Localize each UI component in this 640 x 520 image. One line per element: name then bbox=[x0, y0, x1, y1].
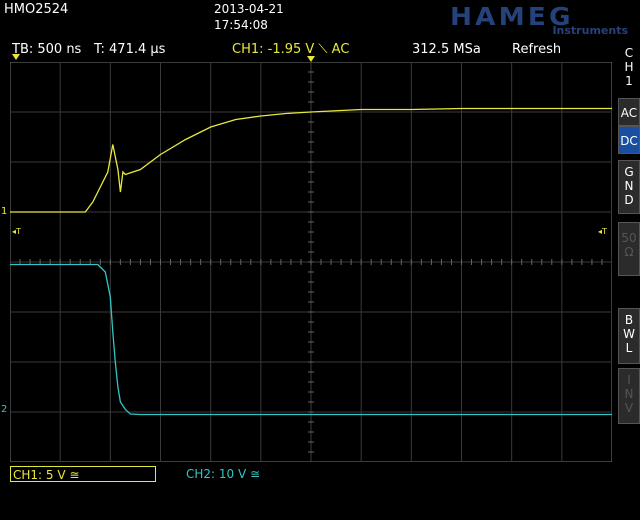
invert-button[interactable]: I N V bbox=[618, 368, 640, 424]
ch2-ground-marker[interactable]: 2 bbox=[1, 404, 7, 415]
impedance-50ohm-button[interactable]: 50 Ω bbox=[618, 222, 640, 276]
ch1-ground-marker[interactable]: 1 bbox=[1, 206, 7, 217]
time-label: 17:54:08 bbox=[214, 18, 268, 32]
bandwidth-limit-button[interactable]: B W L bbox=[618, 308, 640, 364]
coupling-dc-button[interactable]: DC bbox=[618, 126, 640, 154]
menu-channel-title: CH1 bbox=[624, 46, 634, 88]
model-label: HMO2524 bbox=[4, 2, 69, 17]
trigger-time-label[interactable]: T: 471.4 µs bbox=[94, 42, 165, 57]
ch2-scale-label[interactable]: CH2: 10 V ≅ bbox=[186, 467, 260, 481]
top-bar: HMO2524 2013-04-21 17:54:08 HAMEG Instru… bbox=[0, 0, 640, 40]
sample-rate-label: 312.5 MSa bbox=[412, 42, 481, 57]
coupling-ac-button[interactable]: AC bbox=[618, 98, 640, 126]
status-bar: TB: 500 ns T: 471.4 µs CH1: -1.95 V ⟍ AC… bbox=[0, 40, 612, 60]
brand-sub: Instruments bbox=[552, 24, 628, 37]
coupling-gnd-button[interactable]: G N D bbox=[618, 160, 640, 214]
trigger-level-right-marker: ◂T bbox=[598, 227, 607, 236]
trigger-level-left-marker: ◂T bbox=[12, 227, 21, 236]
datetime: 2013-04-21 17:54:08 bbox=[214, 1, 284, 33]
brand-logo: HAMEG Instruments bbox=[450, 2, 630, 38]
trigger-position-icon[interactable] bbox=[307, 56, 315, 62]
acq-mode-label[interactable]: Refresh bbox=[512, 42, 561, 57]
date-label: 2013-04-21 bbox=[214, 2, 284, 16]
ch1-scale-label[interactable]: CH1: 5 V ≅ bbox=[10, 466, 156, 482]
trigger-position-left-icon bbox=[12, 54, 20, 60]
waveform-display[interactable] bbox=[10, 62, 612, 462]
channel-status-bar: CH1: 5 V ≅ CH2: 10 V ≅ bbox=[0, 462, 612, 486]
trigger-info-label[interactable]: CH1: -1.95 V ⟍ AC bbox=[232, 42, 349, 57]
timebase-label[interactable]: TB: 500 ns bbox=[12, 42, 81, 57]
